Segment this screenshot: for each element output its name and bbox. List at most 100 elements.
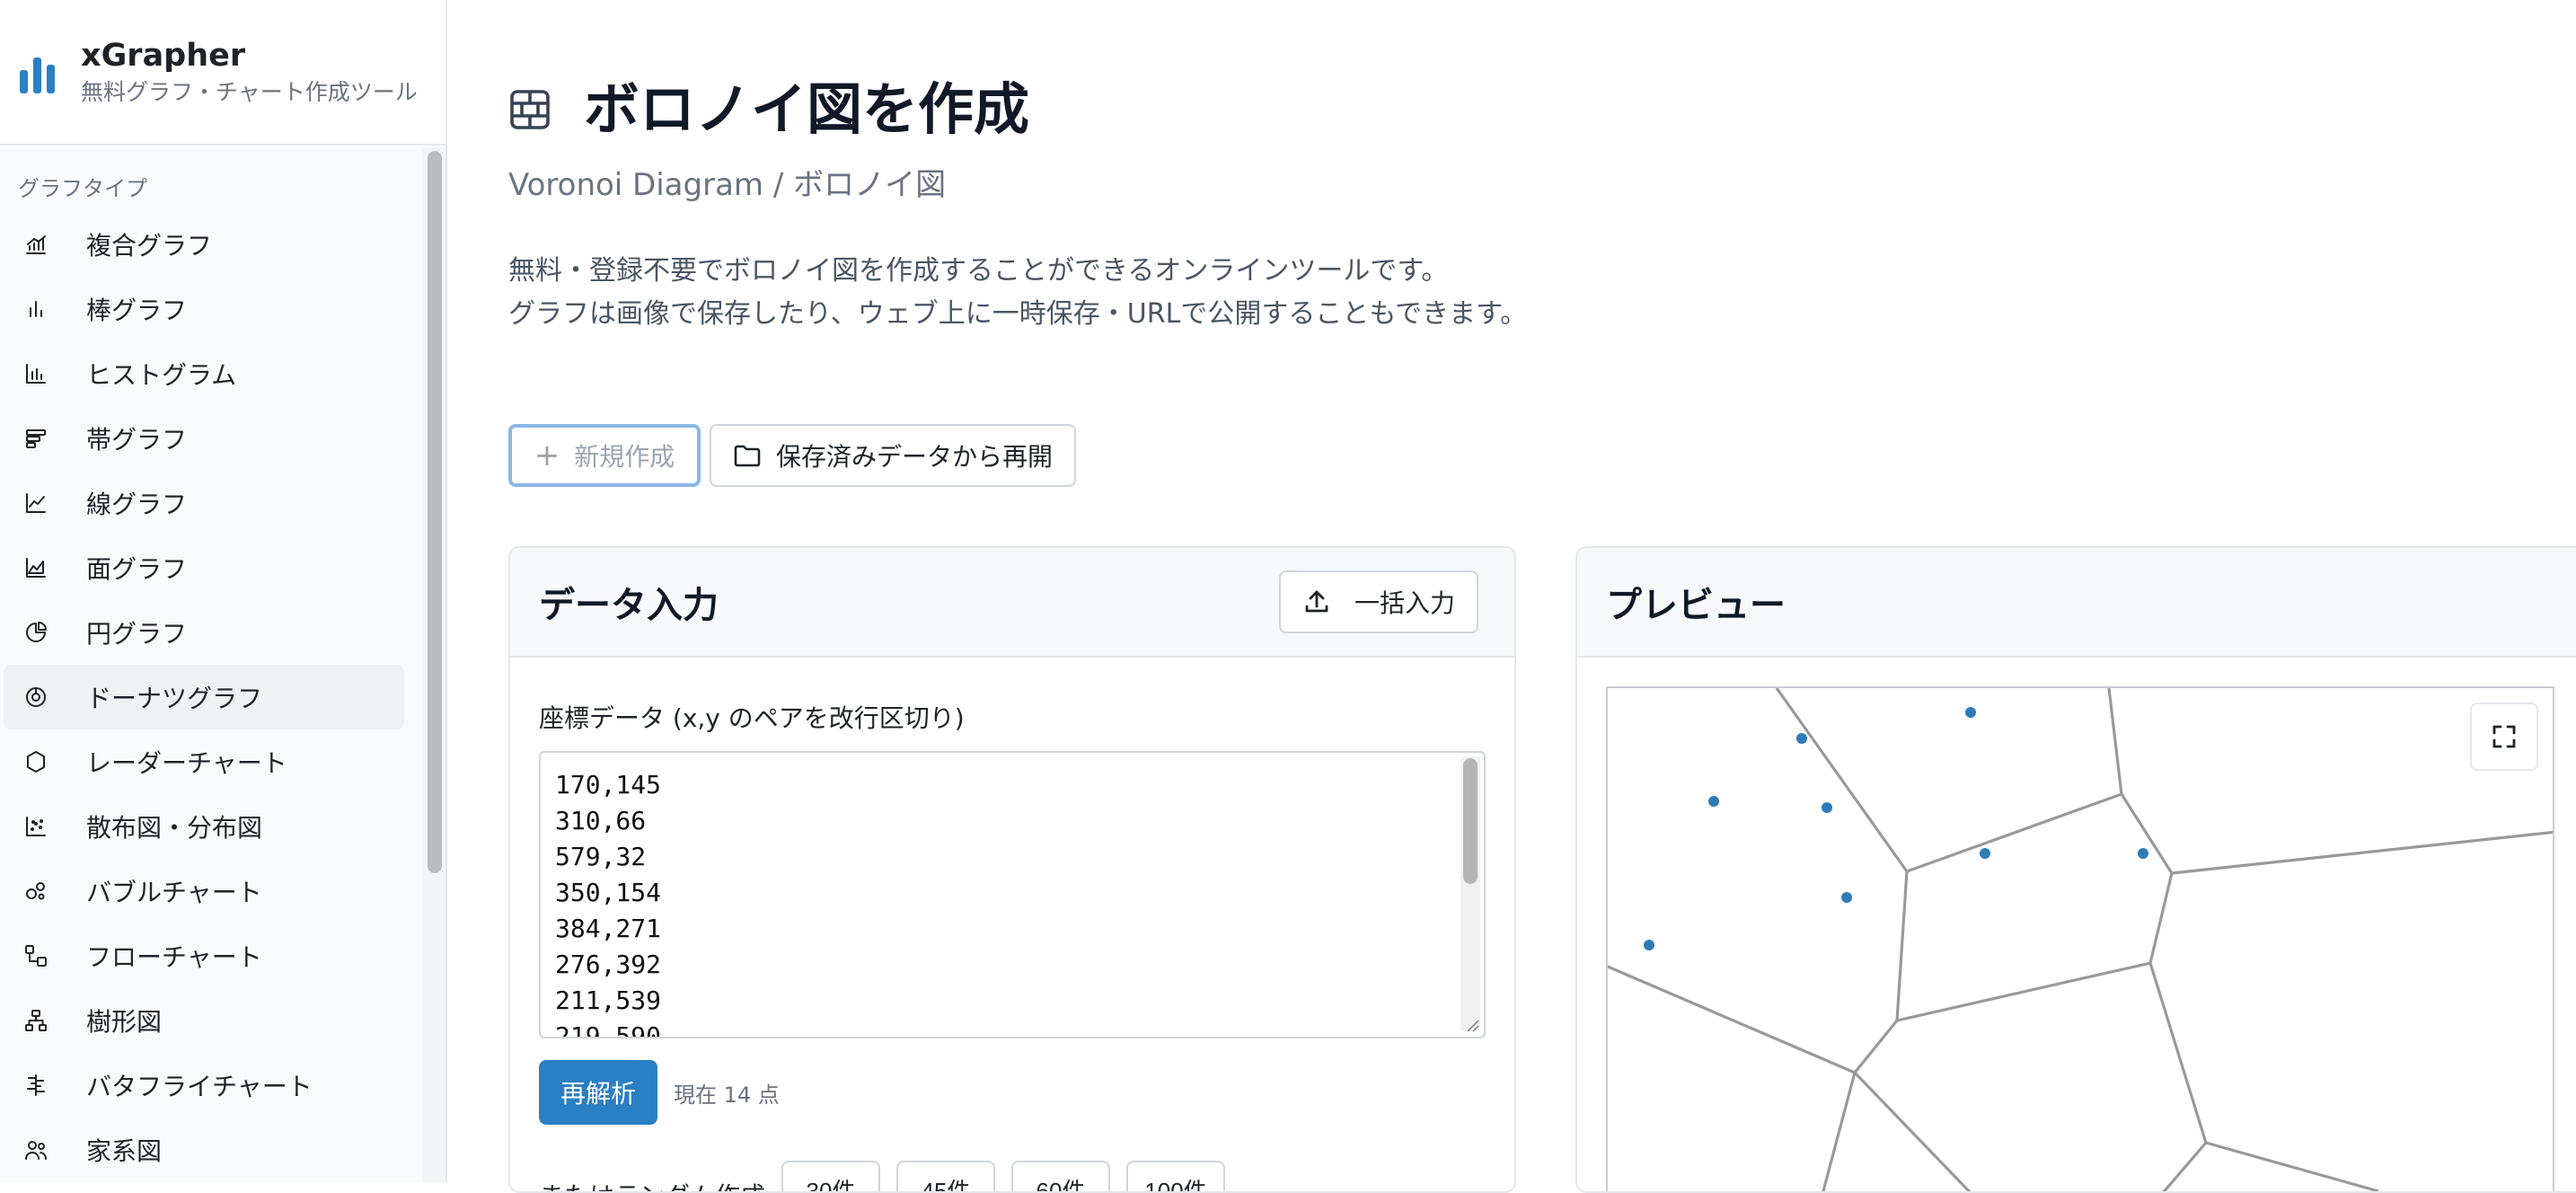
voronoi-site-point xyxy=(1980,848,1990,859)
voronoi-edge xyxy=(1853,1071,1972,1191)
main-content: ボロノイ図を作成 Voronoi Diagram / ボロノイ図 無料・登録不要… xyxy=(447,0,2576,1193)
sidebar: xGrapher 無料グラフ・チャート作成ツール グラフタイプ 複合グラフ棒グラ… xyxy=(0,0,447,1182)
coord-line: 276,392 xyxy=(555,950,662,979)
histogram-icon xyxy=(23,361,49,386)
hexagon-icon xyxy=(23,749,49,774)
brand[interactable]: xGrapher 無料グラフ・チャート作成ツール xyxy=(0,0,446,146)
flowchart-icon xyxy=(23,943,49,968)
voronoi-site-point xyxy=(2138,848,2148,859)
pie-chart-icon xyxy=(23,620,49,645)
sidebar-item-label: 樹形図 xyxy=(86,1007,163,1037)
resume-button-label: 保存済みデータから再開 xyxy=(776,442,1054,472)
sidebar-item-label: ヒストグラム xyxy=(86,360,237,390)
coord-line: 384,271 xyxy=(555,914,662,943)
sidebar-item-label: バブルチャート xyxy=(86,878,262,907)
random-60-button[interactable]: 60件 xyxy=(1011,1161,1111,1191)
voronoi-edge xyxy=(2120,793,2553,875)
sidebar-item-butterfly[interactable]: バタフライチャート xyxy=(4,1053,404,1118)
sidebar-nav: グラフタイプ 複合グラフ棒グラフヒストグラム 帯グラフ線グラフ面グラフ円グラフドー… xyxy=(0,147,422,1182)
sidebar-item-pie-chart[interactable]: 円グラフ xyxy=(4,600,404,665)
sidebar-item-tree[interactable]: 樹形図 xyxy=(4,988,404,1053)
sidebar-item-label: 帯グラフ xyxy=(86,425,188,455)
voronoi-preview[interactable] xyxy=(1606,686,2554,1191)
sidebar-item-histogram[interactable]: ヒストグラム xyxy=(4,341,404,406)
sidebar-item-label: ドーナツグラフ xyxy=(86,684,263,713)
data-input-header: データ入力 一括入力 xyxy=(510,548,1514,658)
random-30-button[interactable]: 30件 xyxy=(781,1161,881,1191)
sidebar-item-bubble[interactable]: バブルチャート xyxy=(4,859,404,923)
sidebar-item-stacked-bar[interactable]: 帯グラフ xyxy=(4,406,404,471)
data-input-title: データ入力 xyxy=(539,585,719,626)
textarea-scrollbar[interactable] xyxy=(1460,756,1480,1031)
line-chart-icon xyxy=(23,490,49,516)
resize-handle-icon[interactable] xyxy=(1464,1017,1480,1033)
scatter-icon xyxy=(23,814,49,839)
voronoi-site-point xyxy=(1965,707,1976,718)
sidebar-item-line-chart[interactable]: 線グラフ xyxy=(4,471,404,535)
textarea-scrollbar-thumb[interactable] xyxy=(1463,758,1478,884)
brand-name: xGrapher xyxy=(81,38,246,74)
data-input-card: データ入力 一括入力 座標データ (x,y のペアを改行区切り) 170,145… xyxy=(508,546,1516,1193)
bulk-input-button[interactable]: 一括入力 xyxy=(1278,570,1478,633)
folder-icon xyxy=(734,445,761,467)
sidebar-item-family[interactable]: 家系図 xyxy=(4,1118,404,1182)
coord-line: 219,590 xyxy=(555,1021,662,1038)
sidebar-item-area-chart[interactable]: 面グラフ xyxy=(4,535,404,600)
random-45-button[interactable]: 45件 xyxy=(896,1161,996,1191)
tree-icon xyxy=(23,1008,49,1033)
coord-line: 310,66 xyxy=(555,806,647,835)
description-line: グラフは画像で保存したり、ウェブ上に一時保存・URLで公開することもできます。 xyxy=(508,298,1528,330)
nav-list: 複合グラフ棒グラフヒストグラム 帯グラフ線グラフ面グラフ円グラフドーナツグラフレー… xyxy=(0,212,422,1182)
brick-wall-icon xyxy=(508,88,551,131)
voronoi-site-point xyxy=(1644,940,1654,950)
random-generate-row: またはランダム作成 30件 45件 60件 100件 xyxy=(539,1161,1241,1191)
coords-lines: 170,145 310,66 579,32 350,154 384,271 276,392… xyxy=(541,753,1484,1038)
family-icon xyxy=(23,1137,49,1162)
stacked-bar-icon xyxy=(23,426,49,451)
sidebar-item-hexagon[interactable]: レーダーチャート xyxy=(4,729,404,794)
resume-saved-button[interactable]: 保存済みデータから再開 xyxy=(710,424,1076,487)
random-100-button[interactable]: 100件 xyxy=(1126,1161,1226,1191)
title-row: ボロノイ図を作成 xyxy=(508,74,1029,146)
voronoi-edge xyxy=(2148,962,2379,1191)
voronoi-diagram xyxy=(1608,688,2553,1191)
donut-chart-icon xyxy=(23,685,49,710)
preview-title: プレビュー xyxy=(1606,585,1786,626)
sidebar-item-combo-chart[interactable]: 複合グラフ xyxy=(4,212,404,277)
sidebar-item-flowchart[interactable]: フローチャート xyxy=(4,923,404,988)
coord-line: 170,145 xyxy=(555,770,662,800)
sidebar-item-label: 線グラフ xyxy=(86,490,188,519)
voronoi-edge xyxy=(2162,1141,2208,1191)
reparse-button[interactable]: 再解析 xyxy=(539,1060,657,1125)
bar-chart-icon xyxy=(23,296,49,322)
sidebar-item-label: 面グラフ xyxy=(86,554,188,584)
fullscreen-icon xyxy=(2492,725,2516,748)
sidebar-item-scatter[interactable]: 散布図・分布図 xyxy=(4,794,404,859)
new-button[interactable]: + 新規作成 xyxy=(508,424,701,487)
sidebar-scrollbar[interactable] xyxy=(422,147,446,1182)
plus-icon: + xyxy=(534,437,560,473)
voronoi-edge xyxy=(1775,688,2123,873)
nav-heading: グラフタイプ xyxy=(18,176,147,201)
sidebar-item-donut-chart[interactable]: ドーナツグラフ xyxy=(4,665,404,729)
page-description: 無料・登録不要でボロノイ図を作成することができるオンラインツールです。 グラフは… xyxy=(508,250,1527,336)
preview-card: プレビュー xyxy=(1575,546,2576,1193)
random-label: またはランダム作成 xyxy=(539,1177,765,1191)
voronoi-site-point xyxy=(1822,802,1832,813)
sidebar-item-label: フローチャート xyxy=(86,942,262,972)
voronoi-site-point xyxy=(1708,796,1719,807)
sidebar-scrollbar-thumb[interactable] xyxy=(428,151,442,873)
fullscreen-button[interactable] xyxy=(2470,703,2538,771)
butterfly-icon xyxy=(23,1073,49,1098)
reparse-row: 再解析 現在 14 点 xyxy=(539,1060,780,1125)
sidebar-item-label: 家系図 xyxy=(86,1136,163,1166)
voronoi-site-point xyxy=(1796,733,1807,744)
sidebar-item-label: 複合グラフ xyxy=(86,231,213,261)
page-subtitle: Voronoi Diagram / ボロノイ図 xyxy=(508,167,947,203)
coords-textarea[interactable]: 170,145 310,66 579,32 350,154 384,271 276,392… xyxy=(539,751,1486,1038)
voronoi-edge xyxy=(1608,965,1899,1074)
page-title: ボロノイ図を作成 xyxy=(584,76,1030,142)
sidebar-item-bar-chart[interactable]: 棒グラフ xyxy=(4,277,404,341)
area-chart-icon xyxy=(23,555,49,580)
coord-line: 579,32 xyxy=(555,842,647,871)
